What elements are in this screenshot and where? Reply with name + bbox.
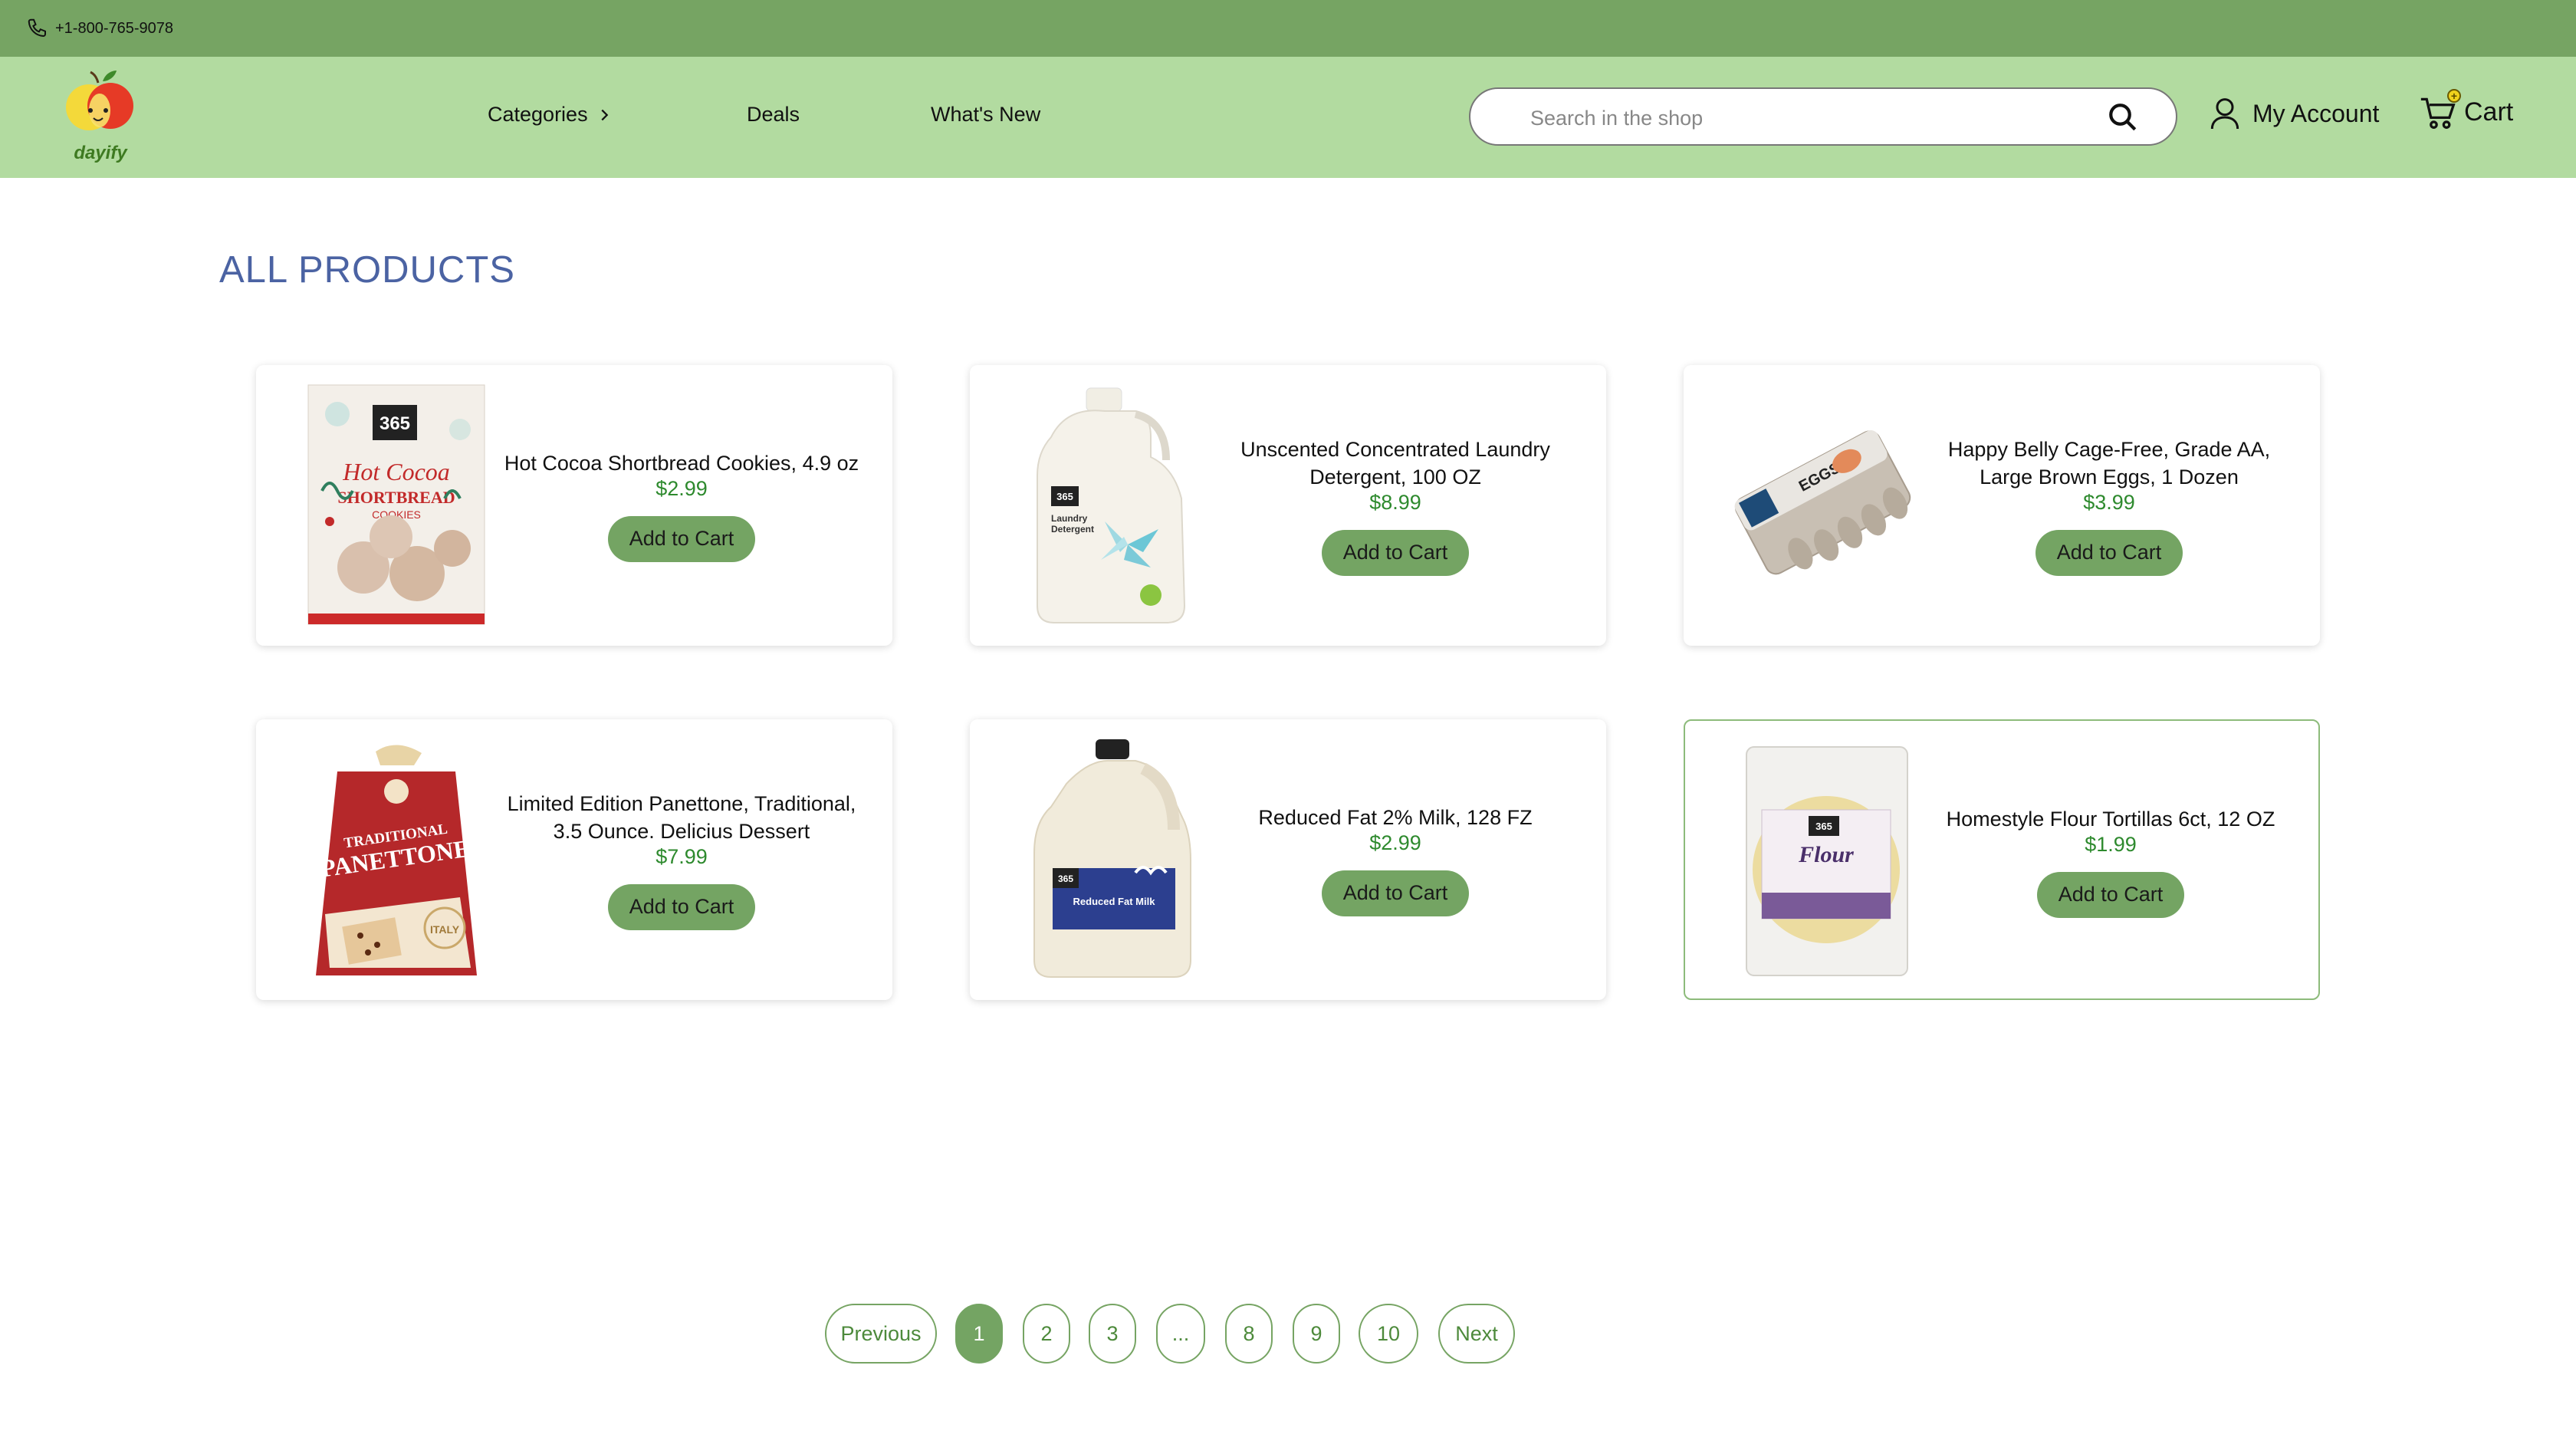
pagination-ellipsis: ... <box>1156 1304 1205 1364</box>
product-name: Happy Belly Cage-Free, Grade AA, Large B… <box>1947 437 2271 489</box>
product-name: Unscented Concentrated Laundry Detergent… <box>1240 437 1550 489</box>
egg-carton-image: EGGS <box>1734 430 1911 575</box>
product-name: Limited Edition Panettone, Traditional, … <box>507 791 856 843</box>
product-info: Happy Belly Cage-Free, Grade AA, Large B… <box>1929 365 2289 646</box>
cookies-box-image: 365 Hot Cocoa SHORTBREAD COOKIES <box>307 384 485 625</box>
pagination-page-8[interactable]: 8 <box>1225 1304 1273 1364</box>
product-price: $8.99 <box>1369 490 1421 514</box>
product-name: Hot Cocoa Shortbread Cookies, 4.9 oz <box>504 451 859 475</box>
product-price: $7.99 <box>656 844 708 868</box>
my-account-label: My Account <box>2252 99 2380 127</box>
phone-contact[interactable]: +1-800-765-9078 <box>26 17 173 40</box>
product-info: Reduced Fat 2% Milk, 128 FZ $2.99 Add to… <box>1215 719 1576 1000</box>
chevron-right-icon <box>601 109 608 120</box>
product-name: Reduced Fat 2% Milk, 128 FZ <box>1258 805 1533 829</box>
tortilla-pack-image: 365 Flour <box>1746 746 1908 976</box>
nav-categories[interactable]: Categories <box>488 103 613 127</box>
product-name: Homestyle Flour Tortillas 6ct, 12 OZ <box>1946 807 2275 831</box>
cart-link[interactable]: + Cart <box>2420 89 2514 132</box>
cart-icon-wrap: + <box>2420 89 2461 132</box>
apple-logo-icon <box>66 71 133 130</box>
product-price: $1.99 <box>2085 832 2137 856</box>
svg-text:365: 365 <box>380 413 410 434</box>
pagination-page-1[interactable]: 1 <box>955 1304 1003 1364</box>
nav-deals[interactable]: Deals <box>747 103 800 127</box>
pagination-previous-button[interactable]: Previous <box>825 1304 937 1364</box>
brand-logo[interactable]: dayify <box>60 67 141 169</box>
detergent-jug-image: 365 Laundry Detergent <box>1037 387 1186 623</box>
svg-text:365: 365 <box>1815 821 1832 832</box>
pagination-page-10[interactable]: 10 <box>1359 1304 1418 1364</box>
pagination-page-2[interactable]: 2 <box>1023 1304 1070 1364</box>
search-input[interactable] <box>1529 100 2068 137</box>
phone-icon <box>28 18 46 38</box>
svg-text:Laundry: Laundry <box>1051 513 1088 524</box>
add-to-cart-button[interactable]: Add to Cart <box>608 883 755 930</box>
product-info: Homestyle Flour Tortillas 6ct, 12 OZ $1.… <box>1930 721 2291 1002</box>
nav-categories-label: Categories <box>488 103 588 126</box>
svg-text:365: 365 <box>1056 491 1073 502</box>
svg-text:Hot Cocoa: Hot Cocoa <box>342 458 450 485</box>
product-price: $2.99 <box>656 476 708 500</box>
nav-deals-label: Deals <box>747 103 800 126</box>
product-card: EGGS Happy Belly Cage-Free, Grade AA, La… <box>1684 365 2320 646</box>
logo-text: dayify <box>74 143 127 163</box>
milk-jug-image: 365 Reduced Fat Milk <box>1033 739 1191 978</box>
product-card: 365 Hot Cocoa SHORTBREAD COOKIES Hot Coc… <box>256 365 892 646</box>
product-info: Hot Cocoa Shortbread Cookies, 4.9 oz $2.… <box>501 365 862 646</box>
product-card: 365 Flour Homestyle Flour Tortillas 6ct,… <box>1684 719 2320 1000</box>
search-bar <box>1469 87 2177 146</box>
add-to-cart-button[interactable]: Add to Cart <box>1322 870 1469 916</box>
cart-label: Cart <box>2464 97 2514 127</box>
product-price: $2.99 <box>1369 831 1421 854</box>
pagination-page-3[interactable]: 3 <box>1089 1304 1136 1364</box>
svg-text:Reduced Fat Milk: Reduced Fat Milk <box>1073 896 1156 907</box>
phone-number: +1-800-765-9078 <box>55 19 174 37</box>
page-title: ALL PRODUCTS <box>219 249 515 291</box>
cart-badge: + <box>2447 89 2461 103</box>
pagination: Previous 1 2 3 ... 8 9 10 Next <box>0 1304 2576 1365</box>
add-to-cart-button[interactable]: Add to Cart <box>608 515 755 562</box>
product-card: 365 Reduced Fat Milk Reduced Fat 2% Milk… <box>970 719 1606 1000</box>
add-to-cart-button[interactable]: Add to Cart <box>1322 529 1469 576</box>
svg-text:Flour: Flour <box>1798 842 1854 867</box>
svg-text:ITALY: ITALY <box>430 923 460 936</box>
add-to-cart-button[interactable]: Add to Cart <box>2037 871 2184 918</box>
nav-whats-new[interactable]: What's New <box>931 103 1040 127</box>
product-card: 365 Laundry Detergent Unscented Concentr… <box>970 365 1606 646</box>
pagination-page-9[interactable]: 9 <box>1293 1304 1340 1364</box>
search-icon[interactable] <box>2107 101 2139 133</box>
svg-text:365: 365 <box>1058 873 1073 884</box>
my-account-link[interactable]: My Account <box>2210 97 2379 130</box>
svg-text:Detergent: Detergent <box>1051 524 1094 535</box>
product-price: $3.99 <box>2083 490 2135 514</box>
nav-whats-new-label: What's New <box>931 103 1041 126</box>
pagination-next-button[interactable]: Next <box>1438 1304 1515 1364</box>
product-card: TRADITIONAL PANETTONE ITALY Limited Edit… <box>256 719 892 1000</box>
product-info: Unscented Concentrated Laundry Detergent… <box>1215 365 1576 646</box>
svg-text:SHORTBREAD: SHORTBREAD <box>337 488 455 507</box>
add-to-cart-button[interactable]: Add to Cart <box>2036 529 2183 576</box>
product-info: Limited Edition Panettone, Traditional, … <box>501 719 862 1000</box>
main-header: dayify Categories Deals What's New My Ac… <box>0 57 2576 178</box>
top-bar: +1-800-765-9078 <box>0 0 2576 57</box>
user-icon <box>2210 98 2239 130</box>
panettone-box-image: TRADITIONAL PANETTONE ITALY <box>316 745 477 975</box>
